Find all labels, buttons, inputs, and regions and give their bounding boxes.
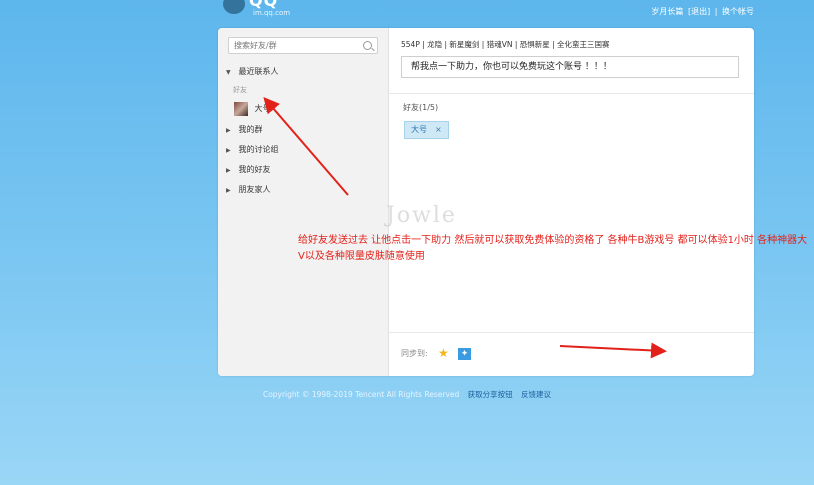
message-input[interactable]: 帮我点一下助力，你也可以免费玩这个账号 ！！！ xyxy=(401,56,739,78)
caret-right-icon: ▶ xyxy=(226,167,231,174)
chip-label: 大号 xyxy=(411,125,427,134)
recent-subheading: 好友 xyxy=(233,86,247,94)
contact-tree: ▼ 最近联系人 好友 大号 ▶ 我的群 ▶ 我的讨论组 ▶ 我的好友 ▶ 朋友家… xyxy=(226,62,279,200)
group-label: 我的好友 xyxy=(238,165,271,174)
search-box[interactable] xyxy=(228,37,378,54)
search-icon[interactable] xyxy=(363,41,372,50)
penguin-icon xyxy=(223,0,245,14)
friend-item[interactable]: 大号 xyxy=(226,98,279,120)
avatar xyxy=(234,101,248,116)
top-bar: QQ im.qq.com 岁月长篇 [退出] | 换个帐号 xyxy=(0,0,814,22)
selected-friend-chip[interactable]: 大号 × xyxy=(404,121,449,139)
share-button-link[interactable]: 获取分享按钮 xyxy=(468,390,513,399)
contact-sidebar: ▼ 最近联系人 好友 大号 ▶ 我的群 ▶ 我的讨论组 ▶ 我的好友 ▶ xyxy=(218,28,389,376)
game-list-text: 554P | 龙隐 | 新星魔剑 | 猎魂VN | 恐惧新星 | 全化蛮王三国赛 xyxy=(401,40,610,49)
caret-down-icon: ▼ xyxy=(226,69,231,76)
caret-right-icon: ▶ xyxy=(226,127,231,134)
switch-account-link[interactable]: 换个帐号 xyxy=(722,7,754,16)
remove-icon[interactable]: × xyxy=(435,125,442,134)
group-label: 我的群 xyxy=(238,125,263,134)
star-icon[interactable]: ★ xyxy=(438,346,449,360)
logo-domain: im.qq.com xyxy=(253,9,291,17)
group-recent[interactable]: ▼ 最近联系人 xyxy=(226,62,279,82)
compose-area: 554P | 龙隐 | 新星魔剑 | 猎魂VN | 恐惧新星 | 全化蛮王三国赛… xyxy=(389,28,754,376)
search-input[interactable] xyxy=(229,38,364,53)
group-label: 朋友家人 xyxy=(238,185,271,194)
group-recent-label: 最近联系人 xyxy=(238,67,279,76)
group-friends[interactable]: ▶ 我的好友 xyxy=(226,160,279,180)
caret-right-icon: ▶ xyxy=(226,147,231,154)
account-name: 岁月长篇 xyxy=(651,7,684,16)
footer: Copyright © 1998-2019 Tencent All Rights… xyxy=(0,389,814,400)
section-divider xyxy=(389,93,754,94)
divider-text: | xyxy=(714,7,718,16)
group-family[interactable]: ▶ 朋友家人 xyxy=(226,180,279,200)
copyright-text: Copyright © 1998-2019 Tencent All Rights… xyxy=(262,390,460,399)
sync-label: 同步到: xyxy=(401,349,428,358)
bottom-divider xyxy=(389,332,754,333)
group-my-groups[interactable]: ▶ 我的群 xyxy=(226,120,279,140)
share-panel: ▼ 最近联系人 好友 大号 ▶ 我的群 ▶ 我的讨论组 ▶ 我的好友 ▶ xyxy=(218,28,754,376)
account-area: 岁月长篇 [退出] | 换个帐号 xyxy=(649,6,754,17)
logout-link[interactable]: [退出] xyxy=(688,7,710,16)
qzone-icon[interactable]: ✦ xyxy=(458,348,471,360)
caret-right-icon: ▶ xyxy=(226,187,231,194)
qq-logo[interactable]: QQ im.qq.com xyxy=(220,0,290,20)
group-discussions[interactable]: ▶ 我的讨论组 xyxy=(226,140,279,160)
group-label: 我的讨论组 xyxy=(238,145,279,154)
friend-name: 大号 xyxy=(254,104,271,113)
selected-friends-label: 好友(1/5) xyxy=(403,103,439,112)
feedback-link[interactable]: 反馈建议 xyxy=(521,390,551,399)
